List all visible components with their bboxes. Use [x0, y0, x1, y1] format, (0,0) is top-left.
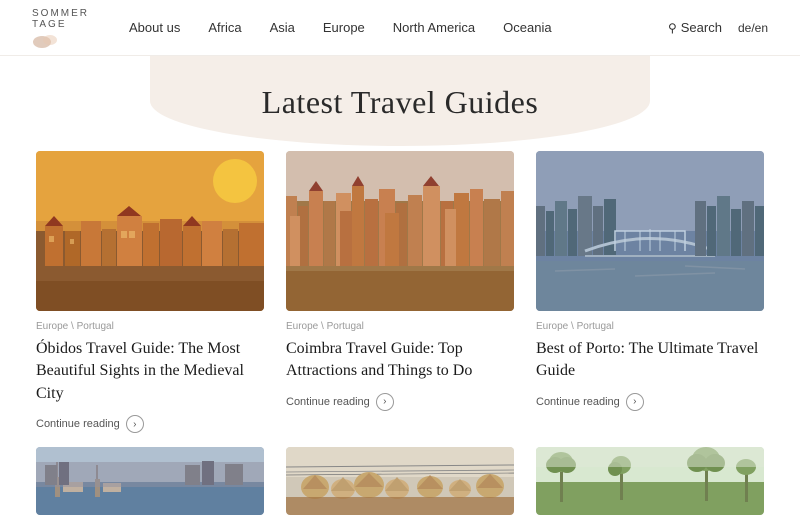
bottom-cards-row [0, 433, 800, 515]
nav-about-us[interactable]: About us [129, 20, 180, 35]
card-category-obidos: Europe \ Portugal [36, 321, 264, 332]
bottom-card-image-2 [286, 447, 514, 515]
navigation: SOMMERTAGE About us Africa Asia Europe N… [0, 0, 800, 56]
bottom-card-image-1 [36, 447, 264, 515]
logo[interactable]: SOMMERTAGE [32, 8, 89, 48]
read-more-porto[interactable]: Continue reading › [536, 393, 764, 411]
nav-north-america[interactable]: North America [393, 20, 475, 35]
logo-icon [32, 32, 60, 48]
nav-asia[interactable]: Asia [270, 20, 295, 35]
read-more-obidos[interactable]: Continue reading › [36, 415, 264, 433]
page-title: Latest Travel Guides [0, 84, 800, 121]
language-toggle[interactable]: de/en [738, 21, 768, 35]
read-more-arrow-coimbra: › [376, 393, 394, 411]
read-more-coimbra[interactable]: Continue reading › [286, 393, 514, 411]
nav-africa[interactable]: Africa [208, 20, 241, 35]
card-title-coimbra: Coimbra Travel Guide: Top Attractions an… [286, 338, 514, 383]
nav-links: About us Africa Asia Europe North Americ… [129, 20, 668, 35]
read-more-arrow-porto: › [626, 393, 644, 411]
read-more-arrow-obidos: › [126, 415, 144, 433]
card-title-obidos: Óbidos Travel Guide: The Most Beautiful … [36, 338, 264, 405]
card-obidos[interactable]: Europe \ Portugal Óbidos Travel Guide: T… [36, 151, 264, 433]
search-button[interactable]: ⚲ Search [668, 20, 722, 35]
card-image-coimbra [286, 151, 514, 311]
search-icon: ⚲ [668, 21, 677, 35]
card-coimbra[interactable]: Europe \ Portugal Coimbra Travel Guide: … [286, 151, 514, 433]
nav-oceania[interactable]: Oceania [503, 20, 551, 35]
bottom-card-3[interactable] [536, 447, 764, 515]
card-category-coimbra: Europe \ Portugal [286, 321, 514, 332]
search-label: Search [681, 20, 722, 35]
nav-right: ⚲ Search de/en [668, 20, 768, 35]
bottom-card-1[interactable] [36, 447, 264, 515]
nav-europe[interactable]: Europe [323, 20, 365, 35]
card-category-porto: Europe \ Portugal [536, 321, 764, 332]
logo-text: SOMMERTAGE [32, 8, 89, 30]
card-image-obidos [36, 151, 264, 311]
bottom-card-image-3 [536, 447, 764, 515]
cards-grid: Europe \ Portugal Óbidos Travel Guide: T… [0, 131, 800, 433]
card-porto[interactable]: Europe \ Portugal Best of Porto: The Ult… [536, 151, 764, 433]
bottom-card-2[interactable] [286, 447, 514, 515]
card-image-porto [536, 151, 764, 311]
hero-section: Latest Travel Guides [0, 56, 800, 131]
card-title-porto: Best of Porto: The Ultimate Travel Guide [536, 338, 764, 383]
